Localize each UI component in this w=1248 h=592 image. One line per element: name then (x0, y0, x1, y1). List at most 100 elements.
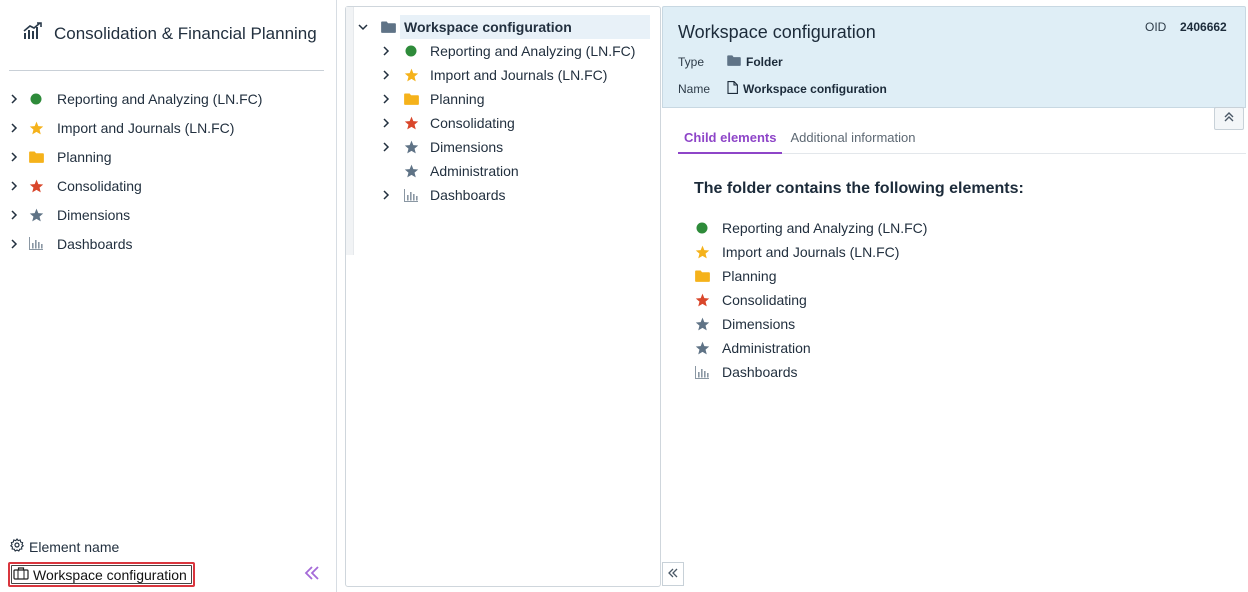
green-dot-icon (402, 45, 420, 57)
yellow-star-icon (694, 245, 710, 259)
tree-panel: Workspace configuration Reporting and An… (345, 6, 661, 587)
sidebar-item-consolidating[interactable]: Consolidating (0, 171, 330, 200)
tree-item-label: Consolidating (430, 115, 515, 131)
chevron-right-icon[interactable] (0, 180, 26, 191)
type-row: Type Folder (678, 55, 783, 69)
chevron-right-icon[interactable] (378, 118, 394, 128)
sidebar-list: Reporting and Analyzing (LN.FC) Import a… (0, 84, 330, 258)
chevron-right-icon[interactable] (378, 94, 394, 104)
detail-tabs: Child elements Additional information (678, 124, 1246, 154)
sidebar-item-reporting[interactable]: Reporting and Analyzing (LN.FC) (0, 84, 330, 113)
name-label: Name (678, 82, 711, 96)
detail-panel: Workspace configuration OID 2406662 Type… (662, 6, 1246, 587)
folder-icon (727, 55, 741, 69)
name-value: Workspace configuration (743, 82, 887, 96)
slate-star-icon (694, 317, 710, 331)
scrollbar[interactable] (346, 7, 354, 255)
slate-star-icon (26, 208, 46, 222)
app-header: Consolidation & Financial Planning (22, 22, 317, 45)
folder-icon (402, 93, 420, 105)
green-dot-icon (26, 93, 46, 105)
tree-item-label: Import and Journals (LN.FC) (430, 67, 608, 83)
child-element-label: Administration (722, 340, 811, 356)
slate-star-icon (694, 341, 710, 355)
list-item: Administration (694, 336, 927, 360)
list-item: Reporting and Analyzing (LN.FC) (694, 216, 927, 240)
type-value: Folder (746, 55, 783, 69)
chevron-right-icon[interactable] (378, 190, 394, 200)
app-root: Consolidation & Financial Planning Repor… (0, 0, 1248, 592)
tree-item-administration[interactable]: Administration (378, 159, 519, 183)
chevron-down-icon[interactable] (354, 23, 372, 31)
chevron-right-icon[interactable] (0, 93, 26, 104)
double-chevron-left-icon (304, 565, 320, 585)
tree-item-planning[interactable]: Planning (378, 87, 485, 111)
growth-chart-icon (22, 22, 44, 45)
green-dot-icon (694, 222, 710, 234)
child-element-label: Dashboards (722, 364, 798, 380)
sidebar-item-label: Dimensions (57, 206, 131, 223)
tree-item-label: Dimensions (430, 139, 504, 155)
tree-item-dimensions[interactable]: Dimensions (378, 135, 503, 159)
chevron-right-icon[interactable] (0, 122, 26, 133)
list-item: Consolidating (694, 288, 927, 312)
red-star-icon (402, 116, 420, 130)
chevron-right-icon[interactable] (378, 46, 394, 56)
sidebar-item-import[interactable]: Import and Journals (LN.FC) (0, 113, 330, 142)
double-chevron-left-icon (668, 565, 678, 583)
sidebar: Consolidation & Financial Planning Repor… (0, 0, 337, 592)
dashboard-icon (402, 188, 420, 202)
tree-root-workspace-configuration[interactable]: Workspace configuration (354, 15, 650, 39)
yellow-star-icon (26, 121, 46, 135)
sidebar-item-dimensions[interactable]: Dimensions (0, 200, 330, 229)
collapse-tree-button[interactable] (662, 562, 684, 586)
slate-star-icon (402, 140, 420, 154)
tree-item-import[interactable]: Import and Journals (LN.FC) (378, 63, 607, 87)
divider (9, 70, 324, 71)
dashboard-icon (26, 237, 46, 250)
sidebar-item-label: Planning (57, 148, 112, 165)
type-value-wrap: Folder (727, 55, 783, 69)
name-row: Name Workspace configuration (678, 81, 887, 97)
child-element-label: Dimensions (722, 316, 796, 332)
element-name-row: Element name (9, 538, 120, 555)
red-star-icon (26, 179, 46, 193)
tree-item-label: Dashboards (430, 187, 506, 203)
sidebar-item-planning[interactable]: Planning (0, 142, 330, 171)
tree-item-label: Administration (430, 163, 519, 179)
sidebar-item-dashboards[interactable]: Dashboards (0, 229, 330, 258)
element-name-label: Element name (29, 538, 120, 555)
tree-item-consolidating[interactable]: Consolidating (378, 111, 515, 135)
chevron-right-icon[interactable] (0, 151, 26, 162)
gear-icon (9, 538, 25, 555)
tree-item-label: Planning (430, 91, 485, 107)
yellow-star-icon (402, 68, 420, 82)
dashboard-icon (694, 365, 710, 379)
folder-icon (26, 150, 46, 163)
briefcase-icon (13, 566, 29, 583)
name-value-wrap: Workspace configuration (727, 81, 887, 97)
folder-icon (694, 270, 710, 282)
workspace-configuration-button[interactable]: Workspace configuration (8, 562, 195, 587)
collapse-sidebar-button[interactable] (300, 564, 324, 586)
tree-item-dashboards[interactable]: Dashboards (378, 183, 506, 207)
list-item: Dashboards (694, 360, 927, 384)
tree-root-label: Workspace configuration (400, 15, 650, 39)
detail-title: Workspace configuration (678, 22, 876, 42)
child-element-label: Consolidating (722, 292, 807, 308)
type-label: Type (678, 55, 705, 69)
tree-item-reporting[interactable]: Reporting and Analyzing (LN.FC) (378, 39, 635, 63)
app-title: Consolidation & Financial Planning (54, 23, 317, 43)
oid-value: 2406662 (1180, 20, 1227, 34)
chevron-right-icon[interactable] (378, 70, 394, 80)
chevron-right-icon[interactable] (0, 209, 26, 220)
chevron-right-icon[interactable] (378, 142, 394, 152)
folder-icon (380, 21, 396, 33)
tab-child-elements[interactable]: Child elements (678, 124, 783, 154)
tree-item-label: Reporting and Analyzing (LN.FC) (430, 43, 636, 59)
slate-star-icon (402, 164, 420, 178)
tab-additional-information[interactable]: Additional information (784, 124, 921, 154)
child-element-label: Planning (722, 268, 777, 284)
list-item: Import and Journals (LN.FC) (694, 240, 927, 264)
chevron-right-icon[interactable] (0, 238, 26, 249)
